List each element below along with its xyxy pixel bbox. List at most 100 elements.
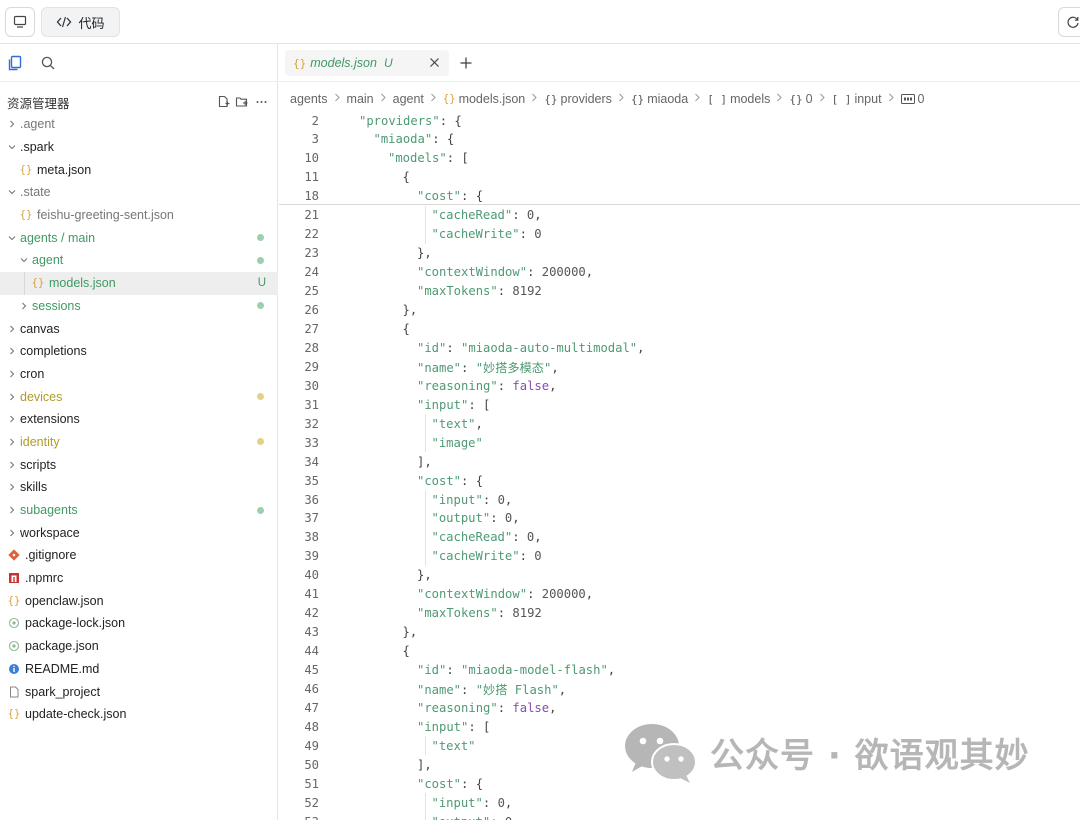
- tree-file[interactable]: README.md: [0, 658, 278, 681]
- code-token: :: [482, 492, 498, 507]
- new-folder-icon: [235, 96, 247, 107]
- tree-file[interactable]: {} update-check.json: [0, 703, 278, 726]
- tree-file[interactable]: .gitignore: [0, 544, 278, 567]
- breadcrumb-label: main: [346, 92, 374, 106]
- breadcrumb-item[interactable]: agents: [290, 92, 328, 106]
- line-number: 42: [304, 606, 319, 621]
- tree-folder[interactable]: subagents: [0, 499, 278, 522]
- code-token: "cacheRead": [431, 208, 513, 223]
- tab-models-json[interactable]: {} models.json U: [285, 50, 449, 76]
- tree-folder[interactable]: agent: [0, 249, 278, 272]
- breadcrumb-item[interactable]: [ ] input: [832, 92, 882, 106]
- breadcrumb-item[interactable]: {} 0: [789, 92, 812, 106]
- line-number: 37: [304, 511, 319, 526]
- code-line: 41 "contextWindow": 200000,: [279, 585, 1080, 604]
- tree-folder[interactable]: identity: [0, 431, 278, 454]
- breadcrumb-item[interactable]: main: [347, 92, 374, 106]
- tree-file[interactable]: {} meta.json: [0, 158, 278, 181]
- code-view-button[interactable]: 代码: [41, 7, 120, 37]
- tree-folder[interactable]: .state: [0, 181, 278, 204]
- breadcrumb-item[interactable]: {} models.json: [443, 92, 525, 106]
- line-number: 29: [304, 359, 319, 374]
- breadcrumb-label: miaoda: [647, 92, 689, 106]
- refresh-icon: [1067, 16, 1079, 28]
- tree-folder[interactable]: cron: [0, 363, 278, 386]
- refresh-button[interactable]: [1058, 7, 1080, 37]
- code-token: false: [512, 378, 550, 393]
- tree-item-label: identity: [20, 434, 60, 449]
- code-text: ],: [417, 758, 432, 772]
- files-view-button[interactable]: [6, 54, 24, 72]
- breadcrumb-item[interactable]: {} miaoda: [631, 92, 688, 106]
- breadcrumb-item[interactable]: agent: [393, 92, 424, 106]
- breadcrumb-separator-icon: [334, 93, 341, 105]
- tree-folder[interactable]: skills: [0, 476, 278, 499]
- code-token: {: [402, 644, 410, 659]
- git-status-dot: [257, 256, 264, 264]
- tree-folder[interactable]: extensions: [0, 408, 278, 431]
- watermark: 公众号 · 欲语观其妙: [622, 717, 1062, 787]
- new-file-button[interactable]: [216, 94, 230, 108]
- breadcrumb-separator-icon: [819, 93, 826, 105]
- object-icon: {}: [630, 92, 645, 106]
- tree-folder[interactable]: .spark: [0, 136, 278, 159]
- code-text: "input": 0,: [432, 493, 513, 507]
- line-number: 21: [304, 208, 319, 223]
- tree-file[interactable]: {} feishu-greeting-sent.json: [0, 204, 278, 227]
- code-token: "providers": [359, 113, 440, 128]
- breadcrumb-item[interactable]: 0: [900, 92, 925, 106]
- tree-folder[interactable]: canvas: [0, 317, 278, 340]
- tree-folder[interactable]: sessions: [0, 295, 278, 318]
- code-line: 43},: [279, 623, 1080, 642]
- code-token: "maxTokens": [417, 284, 498, 299]
- tree-folder[interactable]: devices: [0, 385, 278, 408]
- breadcrumb-item[interactable]: {} providers: [544, 92, 612, 106]
- tree-file[interactable]: spark_project: [0, 680, 278, 703]
- editor-tabs: {} models.json U: [279, 44, 1080, 82]
- line-number: 3: [311, 132, 319, 147]
- line-number: 45: [304, 663, 319, 678]
- json-file-icon: {}: [31, 277, 45, 290]
- breadcrumb-item[interactable]: [ ] models: [707, 92, 770, 106]
- code-token: ,: [504, 492, 513, 507]
- new-tab-button[interactable]: [457, 54, 475, 72]
- code-line: 27 {: [279, 319, 1080, 338]
- code-token: : {: [461, 473, 484, 488]
- code-token: 200000: [541, 587, 586, 602]
- indent-guide: [424, 205, 426, 225]
- json-file-icon: {}: [19, 209, 33, 222]
- tree-file[interactable]: .npmrc: [0, 567, 278, 590]
- tree-folder[interactable]: .agent: [0, 113, 278, 136]
- code-editor[interactable]: 2 "providers": {3 "miaoda": {10 "models": […: [279, 110, 1080, 820]
- search-view-button[interactable]: [39, 54, 57, 72]
- code-token: :: [461, 360, 476, 375]
- more-actions-button[interactable]: [254, 94, 268, 108]
- tree-item-label: scripts: [20, 457, 57, 472]
- code-token: "input": [431, 492, 483, 507]
- code-token: {: [402, 170, 410, 185]
- code-text: "id": "miaoda-model-flash",: [417, 663, 615, 677]
- code-token: :: [512, 530, 527, 545]
- tree-item-label: .state: [20, 185, 51, 200]
- tree-folder[interactable]: scripts: [0, 453, 278, 476]
- layout-toggle-button[interactable]: [5, 7, 35, 37]
- breadcrumb-label: input: [854, 92, 882, 106]
- breadcrumb-label: 0: [917, 92, 925, 106]
- tree-folder[interactable]: completions: [0, 340, 278, 363]
- tree-folder[interactable]: workspace: [0, 521, 278, 544]
- new-folder-button[interactable]: [234, 94, 248, 108]
- tab-close-button[interactable]: [427, 55, 441, 69]
- tree-file[interactable]: {} models.json U: [0, 271, 278, 295]
- tree-file[interactable]: package-lock.json: [0, 612, 278, 635]
- code-token: ],: [417, 757, 432, 772]
- tree-folder[interactable]: agents / main: [0, 226, 278, 249]
- tree-file[interactable]: {} openclaw.json: [0, 589, 278, 612]
- indent-guide: [424, 793, 426, 813]
- line-number: 27: [304, 321, 319, 336]
- code-line: 32 "text",: [279, 414, 1080, 434]
- tree-file[interactable]: package.json: [0, 635, 278, 658]
- code-token: :: [497, 378, 513, 393]
- breadcrumb: agents main agent {} models.json {} providers {…: [290, 90, 925, 108]
- close-icon: [429, 57, 439, 67]
- code-token: "cost": [417, 473, 462, 488]
